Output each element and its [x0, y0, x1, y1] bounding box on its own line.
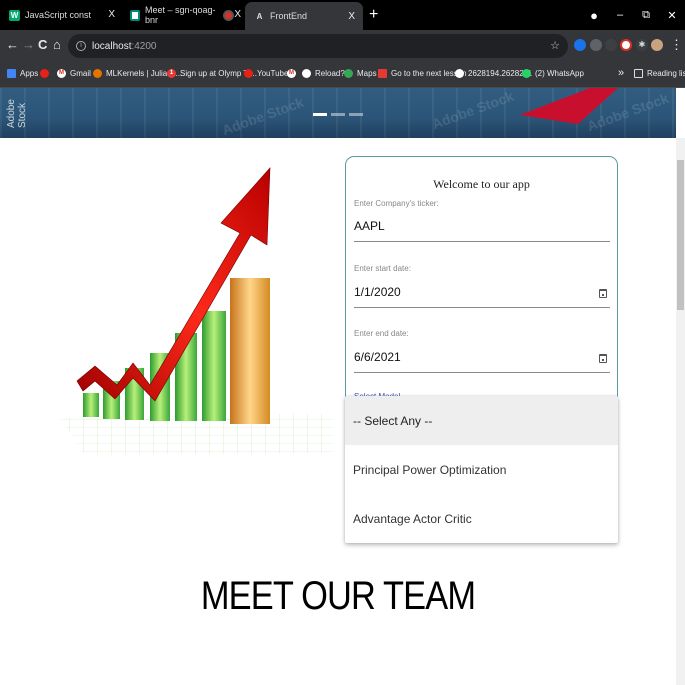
- bookmark-next-lesson[interactable]: Go to the next lesson: [378, 69, 467, 78]
- tab-close-icon[interactable]: X: [234, 9, 241, 20]
- reading-list-icon: [634, 69, 643, 78]
- end-date-field[interactable]: Enter end date: 6/6/2021: [354, 329, 610, 374]
- url-host: localhost: [92, 40, 132, 52]
- github-icon: [302, 69, 311, 78]
- model-option-advantage-actor-critic[interactable]: Advantage Actor Critic: [345, 494, 618, 543]
- restore-button[interactable]: ⧉: [633, 9, 659, 22]
- w3schools-icon: W: [9, 9, 20, 21]
- carousel-indicator-3[interactable]: [349, 113, 363, 116]
- url-port: :4200: [131, 40, 157, 52]
- end-date-underline: [354, 372, 610, 373]
- window-controls: ● – ⧉ ✕: [581, 0, 685, 30]
- ticker-label: Enter Company's ticker:: [354, 199, 439, 208]
- back-button[interactable]: ←: [6, 38, 19, 52]
- form-title: Welcome to our app: [433, 177, 530, 191]
- watermark-text: Adobe Stock: [429, 88, 516, 133]
- ticker-underline: [354, 241, 610, 242]
- bookmark-youtube-shortcut[interactable]: [40, 69, 53, 78]
- bookmark-paper[interactable]: 2628194.2628211: [455, 69, 532, 78]
- olymp-icon: 1: [167, 69, 176, 78]
- adblock-icon[interactable]: [620, 39, 632, 51]
- bookmarks-bar: Apps M Gmail MLKernels | Julia O... 1 Sign…: [0, 62, 685, 88]
- tab-close-icon[interactable]: X: [108, 9, 115, 20]
- team-heading: MEET OUR TEAM: [200, 574, 476, 618]
- profile-indicator-icon[interactable]: ●: [581, 8, 607, 23]
- reload-button[interactable]: C: [38, 38, 47, 52]
- tab-javascript-const[interactable]: W JavaScript const X: [0, 0, 123, 30]
- bookmarks-overflow-button[interactable]: »: [618, 67, 624, 79]
- tab-title: FrontEnd: [270, 11, 308, 21]
- minimize-button[interactable]: –: [607, 9, 633, 21]
- tab-title: Meet – sgn-qoag-bnr: [144, 5, 216, 25]
- tab-close-icon[interactable]: X: [348, 11, 355, 22]
- bookmark-whatsapp[interactable]: (2) WhatsApp: [522, 69, 584, 78]
- bookmark-star-icon[interactable]: ☆: [550, 39, 560, 52]
- toolbar: ← → C ⌂ i localhost:4200 ☆ ✱ ⋮: [0, 30, 685, 62]
- address-bar[interactable]: i localhost:4200 ☆: [68, 34, 568, 58]
- end-date-input[interactable]: 6/6/2021: [354, 350, 401, 364]
- model-option-principal-power-optimization[interactable]: Principal Power Optimization: [345, 445, 618, 494]
- start-date-label: Enter start date:: [354, 264, 411, 273]
- tab-title: JavaScript const: [25, 10, 92, 20]
- scrollbar-thumb[interactable]: [677, 160, 684, 310]
- bookmark-youtube[interactable]: YouTube: [244, 69, 288, 78]
- bookmark-reload[interactable]: Reload?: [302, 69, 345, 78]
- carousel-indicator-2[interactable]: [331, 113, 345, 116]
- tab-meet[interactable]: Meet – sgn-qoag-bnr: [121, 0, 216, 30]
- carousel-red-arrow-graphic: [520, 88, 618, 124]
- apps-grid-icon: [7, 69, 16, 78]
- maps-icon: [344, 69, 353, 78]
- record-icon: [223, 9, 234, 21]
- menu-kebab-icon[interactable]: ⋮: [670, 38, 683, 52]
- youtube-icon: [244, 69, 253, 78]
- ticker-field[interactable]: Enter Company's ticker: AAPL: [354, 199, 610, 244]
- bookmark-maps[interactable]: Maps: [344, 69, 377, 78]
- home-button[interactable]: ⌂: [53, 38, 61, 52]
- extensions-puzzle-icon[interactable]: ✱: [636, 39, 648, 51]
- whatsapp-icon: [522, 69, 531, 78]
- gmail-icon: M: [57, 69, 66, 78]
- start-date-input[interactable]: 1/1/2020: [354, 285, 401, 299]
- new-tab-button[interactable]: +: [369, 6, 378, 24]
- google-meet-icon: [130, 9, 140, 21]
- carousel-indicator-1[interactable]: [313, 113, 327, 116]
- doc-icon: [455, 69, 464, 78]
- angular-icon: A: [256, 11, 263, 21]
- reading-list-button[interactable]: Reading list: [634, 69, 685, 78]
- model-option-select-any[interactable]: -- Select Any --: [345, 396, 618, 445]
- extension-blue-icon[interactable]: [574, 39, 586, 51]
- profile-avatar[interactable]: [651, 39, 663, 51]
- end-date-label: Enter end date:: [354, 329, 409, 338]
- growth-chart-illustration: [60, 167, 333, 455]
- page-scrollbar[interactable]: [676, 138, 685, 685]
- carousel-watermark: Adobe Stock: [6, 99, 28, 128]
- bookmark-gmail-2[interactable]: M: [287, 69, 300, 78]
- watermark-text: Adobe Stock: [219, 93, 306, 138]
- lesson-icon: [378, 69, 387, 78]
- carousel-indicators: [313, 113, 363, 116]
- tab-strip: W JavaScript const X Meet – sgn-qoag-bnr…: [0, 0, 685, 30]
- calendar-icon[interactable]: [599, 289, 607, 298]
- forward-button[interactable]: →: [22, 38, 35, 52]
- bookmark-gmail[interactable]: M Gmail: [57, 69, 91, 78]
- tab-frontend[interactable]: A FrontEnd X: [245, 2, 363, 30]
- calendar-icon[interactable]: [599, 354, 607, 363]
- model-select-dropdown[interactable]: -- Select Any -- Principal Power Optimiz…: [345, 396, 618, 543]
- close-window-button[interactable]: ✕: [659, 9, 685, 22]
- start-date-underline: [354, 307, 610, 308]
- youtube-icon: [40, 69, 49, 78]
- bookmark-icon: [93, 69, 102, 78]
- site-info-icon[interactable]: i: [76, 41, 86, 51]
- tab-recording[interactable]: X: [214, 0, 245, 30]
- page-viewport: Adobe Stock Adobe Stock Adobe Stock Adob…: [0, 88, 685, 685]
- extension-grey-icon[interactable]: [590, 39, 602, 51]
- start-date-field[interactable]: Enter start date: 1/1/2020: [354, 264, 610, 309]
- bookmark-apps[interactable]: Apps: [7, 69, 38, 78]
- hero-carousel[interactable]: Adobe Stock Adobe Stock Adobe Stock Adob…: [0, 88, 676, 138]
- gmail-icon: M: [287, 69, 296, 78]
- ticker-input[interactable]: AAPL: [354, 219, 385, 233]
- extension-cloud-icon[interactable]: [605, 39, 617, 51]
